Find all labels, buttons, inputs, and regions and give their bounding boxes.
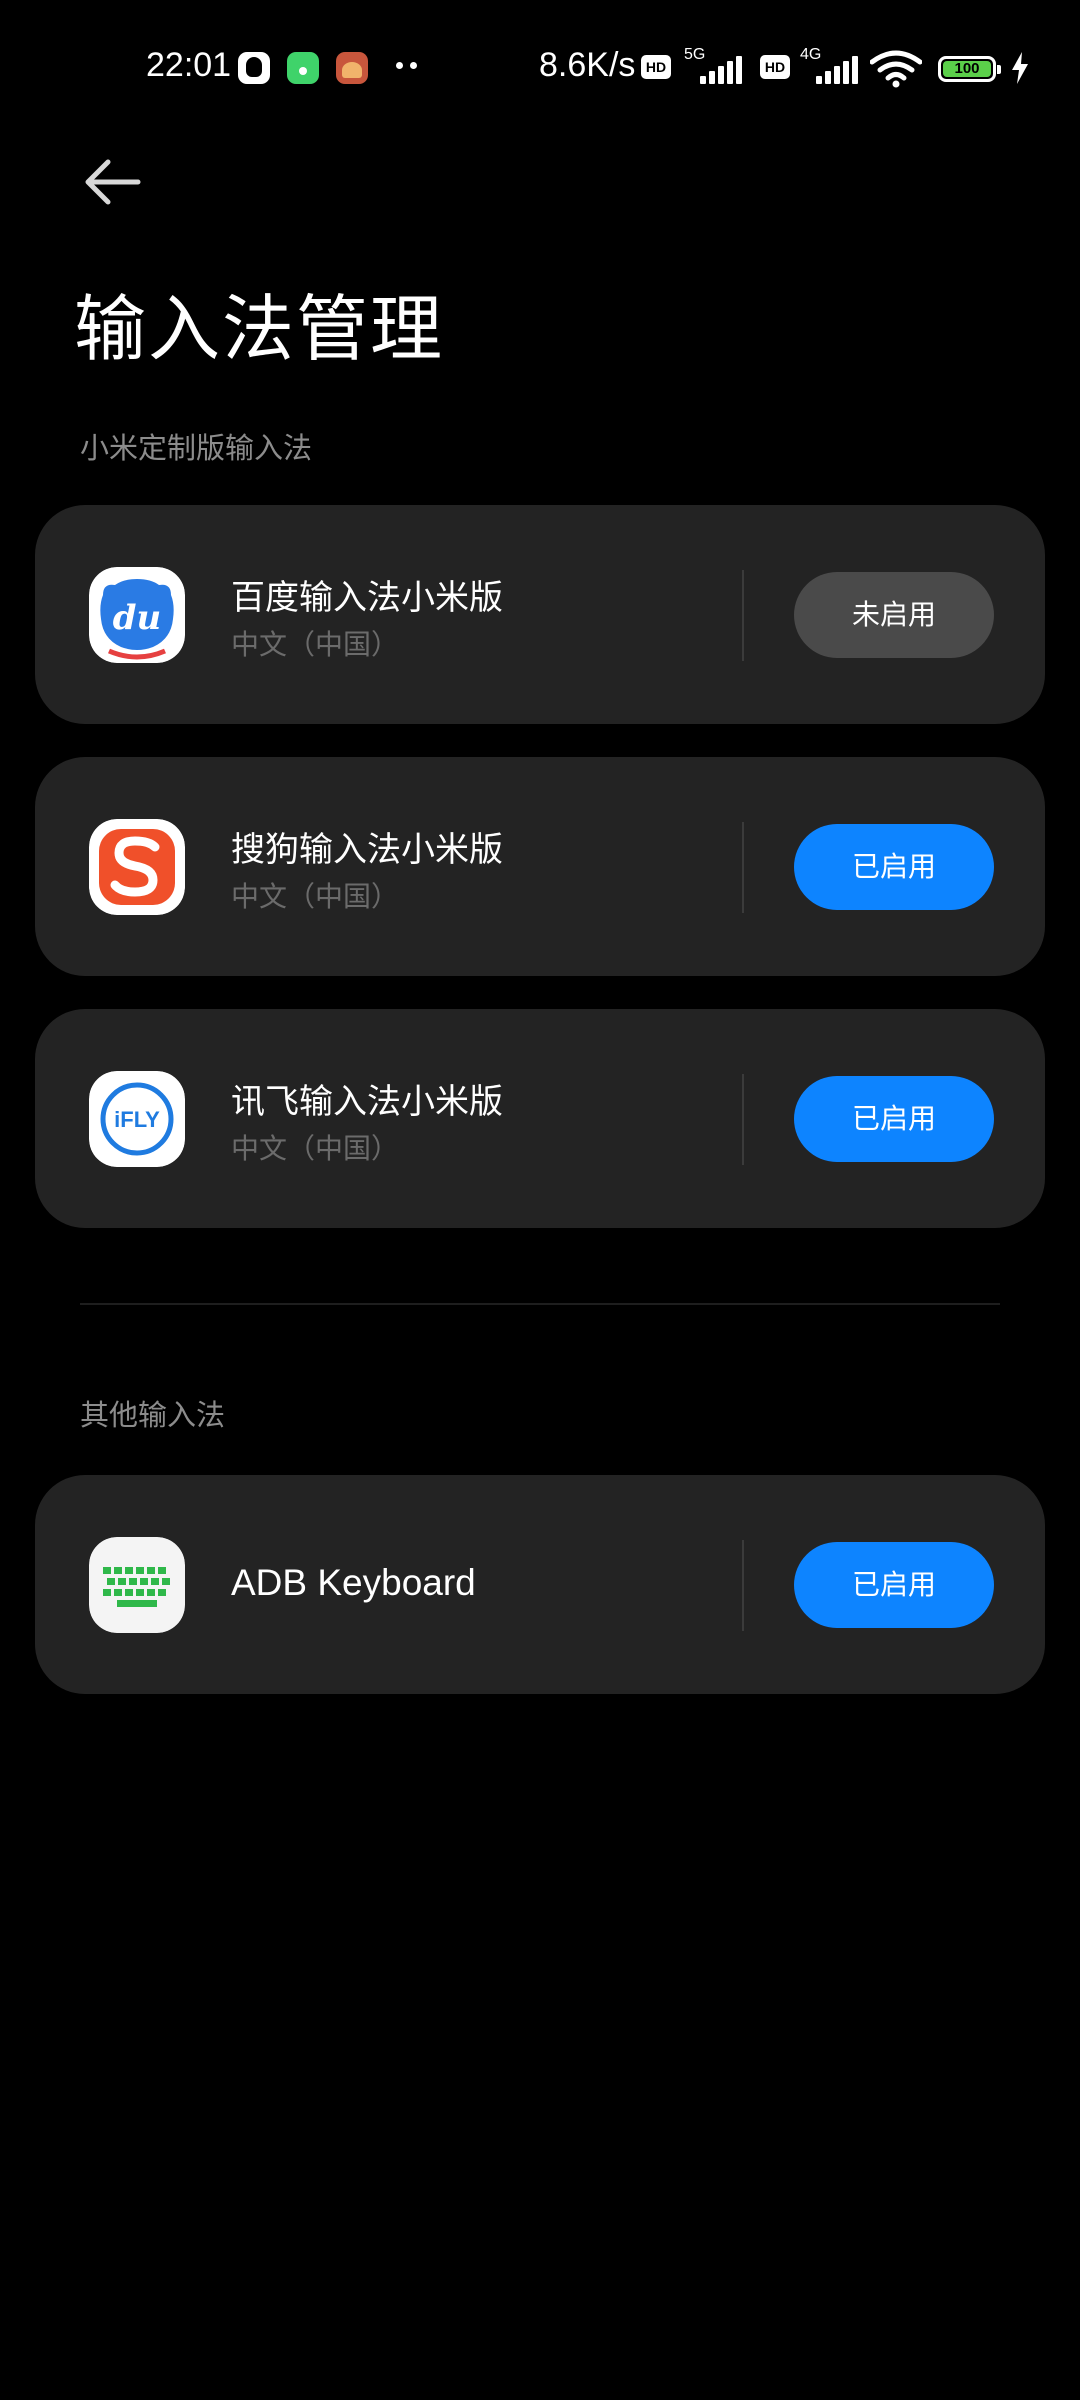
battery-icon: 100 (938, 56, 1001, 82)
divider (742, 1540, 744, 1631)
enable-toggle-button[interactable]: 已启用 (794, 824, 994, 910)
back-arrow-icon (85, 159, 141, 205)
battery-level: 100 (943, 61, 991, 77)
charging-icon (1012, 52, 1028, 84)
game-app-icon (336, 52, 368, 84)
section-label-other: 其他输入法 (80, 1398, 226, 1432)
wifi-icon (870, 50, 922, 88)
ifly-icon-text: iFLY (114, 1107, 160, 1132)
network-speed: 8.6K/s (539, 46, 636, 84)
app-name: 搜狗输入法小米版 (231, 830, 503, 870)
signal-4g-icon (808, 54, 858, 84)
ifly-input-icon: iFLY (89, 1071, 185, 1167)
status-time: 22:01 (146, 46, 232, 84)
input-method-card-sogou[interactable]: 搜狗输入法小米版 中文（中国） 已启用 (35, 757, 1045, 976)
hd-icon: HD (760, 55, 790, 79)
section-divider (80, 1303, 1000, 1305)
signal-5g-icon (692, 54, 742, 84)
adb-keyboard-icon (89, 1537, 185, 1633)
more-notifications-icon (396, 62, 418, 70)
hd-icon: HD (641, 55, 671, 79)
section-label-xiaomi: 小米定制版输入法 (80, 431, 313, 465)
app-language: 中文（中国） (231, 628, 400, 661)
status-bar: 22:01 8.6K/s HD 5G HD 4G 100 (0, 0, 1080, 138)
app-name: ADB Keyboard (231, 1562, 476, 1603)
sogou-input-icon (89, 819, 185, 915)
input-method-card-baidu[interactable]: du 百度输入法小米版 中文（中国） 未启用 (35, 505, 1045, 724)
app-name: 百度输入法小米版 (231, 578, 503, 618)
app-language: 中文（中国） (231, 880, 400, 913)
divider (742, 1074, 744, 1165)
green-app-icon (287, 52, 319, 84)
divider (742, 822, 744, 913)
app-language: 中文（中国） (231, 1132, 400, 1165)
enable-toggle-button[interactable]: 已启用 (794, 1542, 994, 1628)
enable-toggle-button[interactable]: 已启用 (794, 1076, 994, 1162)
qq-icon (238, 52, 270, 84)
enable-toggle-button[interactable]: 未启用 (794, 572, 994, 658)
input-method-card-ifly[interactable]: iFLY 讯飞输入法小米版 中文（中国） 已启用 (35, 1009, 1045, 1228)
divider (742, 570, 744, 661)
input-method-card-adb[interactable]: ADB Keyboard 已启用 (35, 1475, 1045, 1694)
app-name: 讯飞输入法小米版 (231, 1082, 503, 1122)
back-button[interactable] (80, 152, 150, 212)
baidu-input-icon: du (89, 567, 185, 663)
page-title: 输入法管理 (74, 287, 445, 371)
baidu-icon-text: du (113, 598, 162, 638)
